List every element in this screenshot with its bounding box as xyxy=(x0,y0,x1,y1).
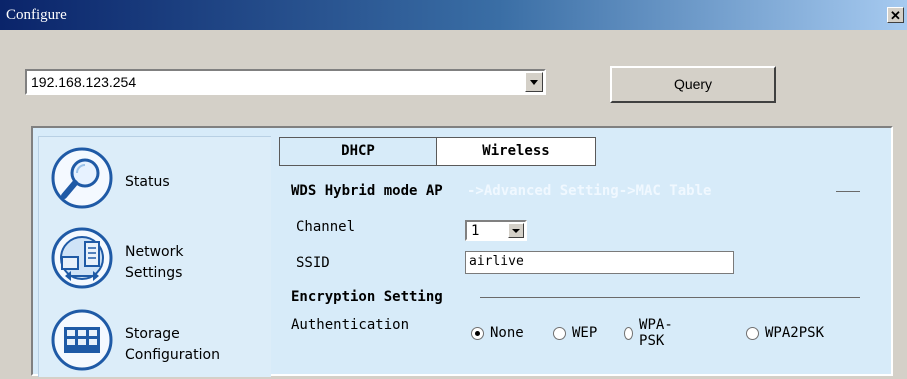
ssid-input[interactable]: airlive xyxy=(465,251,734,274)
device-ip-value: 192.168.123.254 xyxy=(31,74,137,90)
auth-radio-none[interactable]: None xyxy=(471,323,524,343)
sidebar-item-label: Storage xyxy=(125,326,180,342)
sidebar-item-storage-configuration[interactable]: Storage Configuration xyxy=(39,309,271,379)
wds-mode-title: WDS Hybrid mode AP xyxy=(291,183,443,199)
sidebar-item-network-settings[interactable]: Network Settings xyxy=(39,227,271,297)
advanced-setting-path: ->Advanced Setting->MAC Table xyxy=(467,183,712,199)
section-divider xyxy=(836,191,860,192)
section-divider xyxy=(480,297,860,298)
close-button[interactable]: ✕ xyxy=(887,7,904,23)
auth-option-label: None xyxy=(490,325,524,341)
ssid-value: airlive xyxy=(469,254,524,269)
radio-icon xyxy=(553,326,566,340)
sidebar-item-label-line2: Configuration xyxy=(125,347,220,363)
channel-select[interactable]: 1 xyxy=(465,220,527,241)
auth-option-label: WEP xyxy=(572,325,598,341)
auth-radio-wpa-psk[interactable]: WPA-PSK xyxy=(624,317,677,349)
auth-radio-wep[interactable]: WEP xyxy=(553,323,597,343)
query-button[interactable]: Query xyxy=(610,66,776,103)
tab-wireless[interactable]: Wireless xyxy=(436,137,596,166)
network-icon xyxy=(51,227,113,289)
close-icon: ✕ xyxy=(890,8,901,23)
title-bar: Configure ✕ xyxy=(0,0,907,30)
chevron-down-icon[interactable] xyxy=(508,223,524,238)
sidebar-item-label: Network xyxy=(125,244,184,260)
sidebar: Status Network Settings Storage Configur… xyxy=(38,136,271,377)
magnifier-icon xyxy=(51,147,113,209)
window-title: Configure xyxy=(6,7,67,23)
radio-icon xyxy=(746,326,759,340)
encryption-title: Encryption Setting xyxy=(291,289,443,305)
radio-icon xyxy=(624,326,634,340)
tab-dhcp[interactable]: DHCP xyxy=(279,137,437,166)
sidebar-item-label-line2: Settings xyxy=(125,265,183,281)
auth-radio-wpa2psk[interactable]: WPA2PSK xyxy=(746,323,824,343)
auth-option-label: WPA-PSK xyxy=(639,317,673,349)
sidebar-item-label: Status xyxy=(125,174,170,190)
ssid-label: SSID xyxy=(296,255,330,271)
radio-selected-icon xyxy=(471,326,484,340)
chevron-down-icon[interactable] xyxy=(525,72,543,92)
sidebar-item-status[interactable]: Status xyxy=(39,147,271,217)
channel-label: Channel xyxy=(296,219,356,235)
channel-value: 1 xyxy=(471,223,480,239)
device-ip-combobox[interactable]: 192.168.123.254 xyxy=(25,69,546,95)
storage-icon xyxy=(51,309,113,371)
auth-option-label: WPA2PSK xyxy=(765,325,825,341)
authentication-label: Authentication xyxy=(291,317,410,333)
